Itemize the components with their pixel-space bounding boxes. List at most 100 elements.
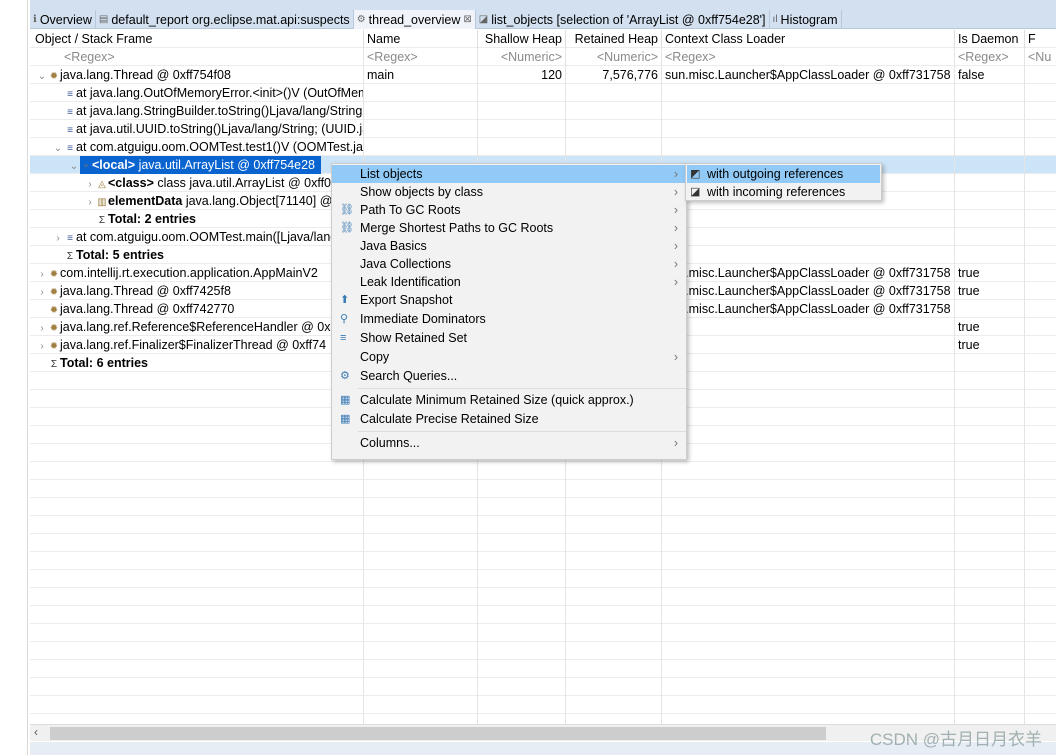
column-filter-input[interactable]: <Regex> bbox=[662, 48, 955, 66]
empty-cell bbox=[566, 588, 662, 606]
column-filter-input[interactable]: <Regex> bbox=[955, 48, 1025, 66]
shallow-cell bbox=[478, 120, 566, 138]
empty-cell bbox=[478, 516, 566, 534]
menu-item-list-objects[interactable]: List objects › bbox=[332, 165, 686, 183]
empty-cell bbox=[662, 660, 955, 678]
expand-toggle-icon[interactable]: › bbox=[36, 266, 48, 282]
menu-item-search-queries[interactable]: ⚙ Search Queries... bbox=[332, 367, 686, 386]
menu-item-calculate-minimum-retained-size-quick-approx[interactable]: ▦ Calculate Minimum Retained Size (quick … bbox=[332, 391, 686, 410]
table-row[interactable]: ≡ at java.util.UUID.toString()Ljava/lang/… bbox=[30, 120, 1056, 138]
object-label-bold: <class> bbox=[108, 176, 154, 190]
column-header[interactable]: Name bbox=[364, 30, 478, 48]
close-icon[interactable]: ⊠ bbox=[463, 14, 471, 25]
empty-cell bbox=[1025, 444, 1056, 462]
expand-toggle-icon[interactable]: › bbox=[36, 320, 48, 336]
object-text: at com.atguigu.oom.OOMTest.main([Ljava/l… bbox=[76, 230, 364, 244]
expand-toggle-icon[interactable]: ⌄ bbox=[68, 158, 80, 174]
tab-histogram[interactable]: ıl Histogram bbox=[770, 10, 842, 29]
daemon-cell bbox=[955, 120, 1025, 138]
menu-item-merge-shortest-paths-to-gc-roots[interactable]: ⛓ Merge Shortest Paths to GC Roots › bbox=[332, 219, 686, 237]
tab-list[interactable]: ◪ list_objects [selection of 'ArrayList @… bbox=[476, 10, 770, 29]
extra-cell bbox=[1025, 318, 1056, 336]
tab-thread[interactable]: ⚙ thread_overview ⊠ bbox=[353, 10, 476, 29]
table-row[interactable]: ⌄ ✹ java.lang.Thread @ 0xff754f08 main 120 7,… bbox=[30, 66, 1056, 84]
menu-item-label: Calculate Minimum Retained Size (quick a… bbox=[360, 393, 634, 407]
column-header[interactable]: Object / Stack Frame bbox=[32, 30, 364, 48]
loader-cell bbox=[662, 120, 955, 138]
object-cell: ≡ at java.lang.OutOfMemoryError.<init>()V… bbox=[32, 84, 364, 102]
empty-cell bbox=[32, 660, 364, 678]
loader-cell bbox=[662, 102, 955, 120]
column-header[interactable]: F bbox=[1025, 30, 1056, 48]
menu-item-java-basics[interactable]: Java Basics › bbox=[332, 237, 686, 255]
menu-item-with-incoming-references[interactable]: ◪ with incoming references bbox=[687, 183, 880, 201]
menu-item-immediate-dominators[interactable]: ⚲ Immediate Dominators bbox=[332, 310, 686, 329]
thread-icon: ✹ bbox=[49, 305, 59, 316]
object-text: at java.lang.OutOfMemoryError.<init>()V … bbox=[76, 86, 363, 100]
menu-item-label: Calculate Precise Retained Size bbox=[360, 412, 539, 426]
column-filter-input[interactable]: <Numeric> bbox=[566, 48, 662, 66]
menu-item-java-collections[interactable]: Java Collections › bbox=[332, 255, 686, 273]
empty-cell bbox=[662, 390, 955, 408]
menu-item-show-retained-set[interactable]: ≡ Show Retained Set bbox=[332, 329, 686, 348]
object-cell: ⌄ ▫ <local> java.util.ArrayList @ 0xff754e… bbox=[32, 156, 364, 174]
menu-item-with-outgoing-references[interactable]: ◩ with outgoing references bbox=[687, 165, 880, 183]
empty-cell bbox=[364, 552, 478, 570]
menu-item-columns[interactable]: Columns... › bbox=[332, 434, 686, 453]
empty-cell bbox=[478, 534, 566, 552]
empty-cell bbox=[32, 624, 364, 642]
object-cell: ⌄ ✹ java.lang.Thread @ 0xff754f08 bbox=[32, 66, 364, 84]
daemon-cell: true bbox=[955, 318, 1025, 336]
object-label: ▫ <local> java.util.ArrayList @ 0xff754e2… bbox=[80, 156, 322, 174]
menu-item-calculate-precise-retained-size[interactable]: ▦ Calculate Precise Retained Size bbox=[332, 410, 686, 429]
extra-cell bbox=[1025, 84, 1056, 102]
column-header[interactable]: Context Class Loader bbox=[662, 30, 955, 48]
column-header[interactable]: Shallow Heap bbox=[478, 30, 566, 48]
table-row[interactable]: ≡ at java.lang.OutOfMemoryError.<init>()V… bbox=[30, 84, 1056, 102]
expand-toggle-icon[interactable]: ⌄ bbox=[52, 140, 64, 156]
empty-cell bbox=[566, 480, 662, 498]
tab-info[interactable]: ℹ Overview bbox=[30, 10, 96, 29]
column-header[interactable]: Retained Heap bbox=[566, 30, 662, 48]
empty-cell bbox=[32, 498, 364, 516]
object-label: ≡ at com.atguigu.oom.OOMTest.test1()V (OO… bbox=[64, 138, 363, 156]
table-row[interactable]: ⌄ ≡ at com.atguigu.oom.OOMTest.test1()V (O… bbox=[30, 138, 1056, 156]
scrollbar-thumb[interactable] bbox=[50, 727, 826, 740]
empty-cell bbox=[662, 516, 955, 534]
expand-toggle-icon[interactable]: ⌄ bbox=[36, 68, 48, 84]
menu-item-path-to-gc-roots[interactable]: ⛓ Path To GC Roots › bbox=[332, 201, 686, 219]
empty-cell bbox=[955, 660, 1025, 678]
extra-cell bbox=[1025, 156, 1056, 174]
menu-item-leak-identification[interactable]: Leak Identification › bbox=[332, 273, 686, 291]
menu-item-show-objects-by-class[interactable]: Show objects by class › bbox=[332, 183, 686, 201]
table-row[interactable]: ≡ at java.lang.StringBuilder.toString()Lj… bbox=[30, 102, 1056, 120]
menu-item-export-snapshot[interactable]: ⬆ Export Snapshot bbox=[332, 291, 686, 310]
column-filter-input[interactable]: <Regex> bbox=[364, 48, 478, 66]
frame-icon: ≡ bbox=[67, 143, 73, 154]
empty-row bbox=[30, 480, 1056, 498]
empty-cell bbox=[955, 408, 1025, 426]
empty-cell bbox=[478, 678, 566, 696]
empty-cell bbox=[955, 426, 1025, 444]
column-filter-input[interactable]: <Numeric> bbox=[478, 48, 566, 66]
menu-item-copy[interactable]: Copy › bbox=[332, 348, 686, 367]
expand-toggle-icon[interactable]: › bbox=[52, 230, 64, 246]
editor-tabs: ℹ Overview ▤ default_report org.eclipse.mat… bbox=[30, 10, 1056, 29]
object-label: ▥elementData java.lang.Object[71140] @ bbox=[96, 192, 332, 210]
object-cell: ≡ at java.util.UUID.toString()Ljava/lang/… bbox=[32, 120, 364, 138]
object-label-bold: Total: 5 entries bbox=[76, 248, 164, 262]
empty-cell bbox=[662, 444, 955, 462]
expand-toggle-icon[interactable]: › bbox=[36, 284, 48, 300]
tab-report[interactable]: ▤ default_report org.eclipse.mat.api:susp… bbox=[96, 10, 354, 29]
expand-toggle-icon[interactable]: › bbox=[84, 176, 96, 192]
column-header[interactable]: Is Daemon bbox=[955, 30, 1025, 48]
scroll-left-icon[interactable]: ‹ bbox=[34, 725, 38, 739]
extra-cell bbox=[1025, 192, 1056, 210]
retained-cell: 7,576,776 bbox=[566, 66, 662, 84]
column-filter-input[interactable]: <Regex> bbox=[32, 48, 364, 66]
empty-cell bbox=[662, 426, 955, 444]
thread-icon: ⚙ bbox=[356, 14, 366, 25]
expand-toggle-icon[interactable]: › bbox=[84, 194, 96, 210]
expand-toggle-icon[interactable]: › bbox=[36, 338, 48, 354]
column-filter-input[interactable]: <Nu bbox=[1025, 48, 1056, 66]
